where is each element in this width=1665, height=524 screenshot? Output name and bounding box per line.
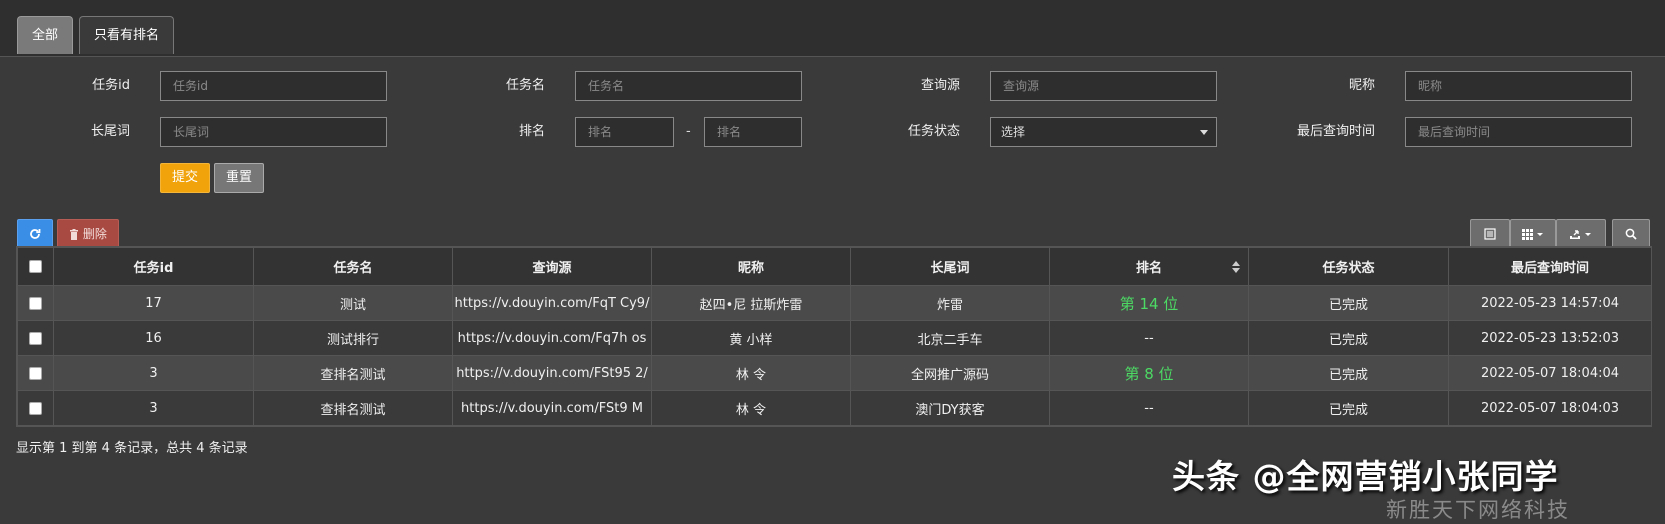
- cell-query-source: https://v.douyin.com/FqT Cy9/: [452, 285, 652, 321]
- cell-last-query: 2022-05-07 18:04:04: [1448, 355, 1652, 391]
- header-task-id[interactable]: 任务id: [53, 247, 254, 286]
- cell-long-tail: 北京二手车: [850, 320, 1050, 356]
- caret-down-icon: [1200, 130, 1208, 135]
- task-id-input[interactable]: [160, 71, 387, 101]
- cell-status: 已完成: [1248, 390, 1449, 426]
- task-name-input[interactable]: [575, 71, 802, 101]
- cell-status: 已完成: [1248, 285, 1449, 321]
- select-all-checkbox[interactable]: [29, 260, 42, 273]
- task-status-label: 任务状态: [907, 124, 960, 139]
- list-view-button[interactable]: [1470, 219, 1510, 249]
- task-name-label: 任务名: [505, 78, 545, 93]
- nickname-label: 昵称: [1348, 78, 1375, 93]
- row-checkbox[interactable]: [29, 331, 42, 345]
- delete-button[interactable]: 删除: [57, 219, 119, 249]
- row-select-cell[interactable]: [17, 390, 54, 426]
- header-long-tail[interactable]: 长尾词: [850, 247, 1050, 286]
- row-select-cell[interactable]: [17, 355, 54, 391]
- rank-label: 排名: [518, 124, 545, 139]
- table-header-row: 任务id 任务名 查询源 昵称 长尾词 排名 任务状态 最后查询时间: [17, 247, 1652, 286]
- watermark-sub: 新胜天下网络科技: [1386, 498, 1570, 522]
- refresh-icon: [30, 228, 41, 239]
- pagination-summary: 显示第 1 到第 4 条记录，总共 4 条记录: [16, 441, 248, 456]
- cell-status: 已完成: [1248, 355, 1449, 391]
- row-checkbox[interactable]: [29, 296, 42, 310]
- cell-task-id: 16: [53, 320, 254, 356]
- header-rank-label: 排名: [1135, 261, 1162, 276]
- table-row[interactable]: 3 查排名测试 https://v.douyin.com/FSt9 M 林 令 …: [17, 390, 1652, 426]
- submit-button[interactable]: 提交: [160, 163, 210, 193]
- task-status-select[interactable]: 选择: [990, 117, 1217, 147]
- cell-query-source: https://v.douyin.com/Fq7h os: [452, 320, 652, 356]
- table-row[interactable]: 3 查排名测试 https://v.douyin.com/FSt95 2/ 林 …: [17, 355, 1652, 391]
- export-dropdown-button[interactable]: [1556, 219, 1606, 249]
- cell-last-query: 2022-05-23 13:52:03: [1448, 320, 1652, 356]
- cell-task-id: 17: [53, 285, 254, 321]
- watermark-main: 头条 @全网营销小张同学: [1172, 457, 1559, 496]
- long-tail-label: 长尾词: [90, 124, 130, 139]
- cell-nickname: 黄 小样: [651, 320, 851, 356]
- cell-nickname: 林 令: [651, 355, 851, 391]
- cell-task-name: 测试排行: [253, 320, 453, 356]
- cell-last-query: 2022-05-07 18:04:03: [1448, 390, 1652, 426]
- cell-rank: --: [1049, 390, 1249, 426]
- search-icon: [1625, 228, 1637, 240]
- table-row[interactable]: 17 测试 https://v.douyin.com/FqT Cy9/ 赵四•尼…: [17, 285, 1652, 321]
- last-query-time-label: 最后查询时间: [1296, 124, 1375, 139]
- header-rank[interactable]: 排名: [1049, 247, 1249, 286]
- cell-query-source: https://v.douyin.com/FSt9 M: [452, 390, 652, 426]
- refresh-button[interactable]: [17, 219, 53, 249]
- query-source-label: 查询源: [920, 78, 960, 93]
- cell-task-id: 3: [53, 390, 254, 426]
- cell-query-source: https://v.douyin.com/FSt95 2/: [452, 355, 652, 391]
- cell-nickname: 林 令: [651, 390, 851, 426]
- grid-icon: [1522, 228, 1543, 240]
- sort-icon[interactable]: [1232, 261, 1240, 273]
- cell-long-tail: 全网推广源码: [850, 355, 1050, 391]
- rank-max-input[interactable]: [704, 117, 802, 147]
- row-select-cell[interactable]: [17, 320, 54, 356]
- trash-icon: [70, 229, 79, 240]
- last-query-time-input[interactable]: [1405, 117, 1632, 147]
- header-task-name[interactable]: 任务名: [253, 247, 453, 286]
- search-toggle-button[interactable]: [1612, 219, 1650, 249]
- tab-all[interactable]: 全部: [17, 16, 74, 54]
- row-checkbox[interactable]: [29, 366, 42, 380]
- rank-range-separator: -: [686, 124, 691, 139]
- cell-rank: 第 8 位: [1049, 355, 1249, 391]
- tab-bar: 全部 只看有排名: [0, 0, 1665, 57]
- cell-task-name: 查排名测试: [253, 390, 453, 426]
- query-source-input[interactable]: [990, 71, 1217, 101]
- delete-button-label: 删除: [82, 227, 107, 241]
- export-icon: [1570, 229, 1591, 239]
- select-all-cell[interactable]: [17, 247, 54, 286]
- row-checkbox[interactable]: [29, 401, 42, 415]
- task-status-selected: 选择: [1001, 125, 1026, 139]
- cell-long-tail: 炸雷: [850, 285, 1050, 321]
- cell-rank: 第 14 位: [1049, 285, 1249, 321]
- columns-dropdown-button[interactable]: [1510, 219, 1556, 249]
- task-id-label: 任务id: [92, 78, 130, 93]
- task-table: 任务id 任务名 查询源 昵称 长尾词 排名 任务状态 最后查询时间 17 测试…: [16, 246, 1652, 427]
- cell-task-name: 查排名测试: [253, 355, 453, 391]
- cell-last-query: 2022-05-23 14:57:04: [1448, 285, 1652, 321]
- header-query-source[interactable]: 查询源: [452, 247, 652, 286]
- rank-min-input[interactable]: [575, 117, 674, 147]
- row-select-cell[interactable]: [17, 285, 54, 321]
- list-icon: [1484, 227, 1496, 240]
- cell-nickname: 赵四•尼 拉斯炸雷: [651, 285, 851, 321]
- nickname-input[interactable]: [1405, 71, 1632, 101]
- cell-long-tail: 澳门DY获客: [850, 390, 1050, 426]
- table-row[interactable]: 16 测试排行 https://v.douyin.com/Fq7h os 黄 小…: [17, 320, 1652, 356]
- cell-rank: --: [1049, 320, 1249, 356]
- cell-task-name: 测试: [253, 285, 453, 321]
- cell-task-id: 3: [53, 355, 254, 391]
- header-nickname[interactable]: 昵称: [651, 247, 851, 286]
- long-tail-input[interactable]: [160, 117, 387, 147]
- header-status[interactable]: 任务状态: [1248, 247, 1449, 286]
- reset-button[interactable]: 重置: [214, 163, 264, 193]
- header-last-query[interactable]: 最后查询时间: [1448, 247, 1652, 286]
- cell-status: 已完成: [1248, 320, 1449, 356]
- tab-ranked-only[interactable]: 只看有排名: [79, 16, 175, 54]
